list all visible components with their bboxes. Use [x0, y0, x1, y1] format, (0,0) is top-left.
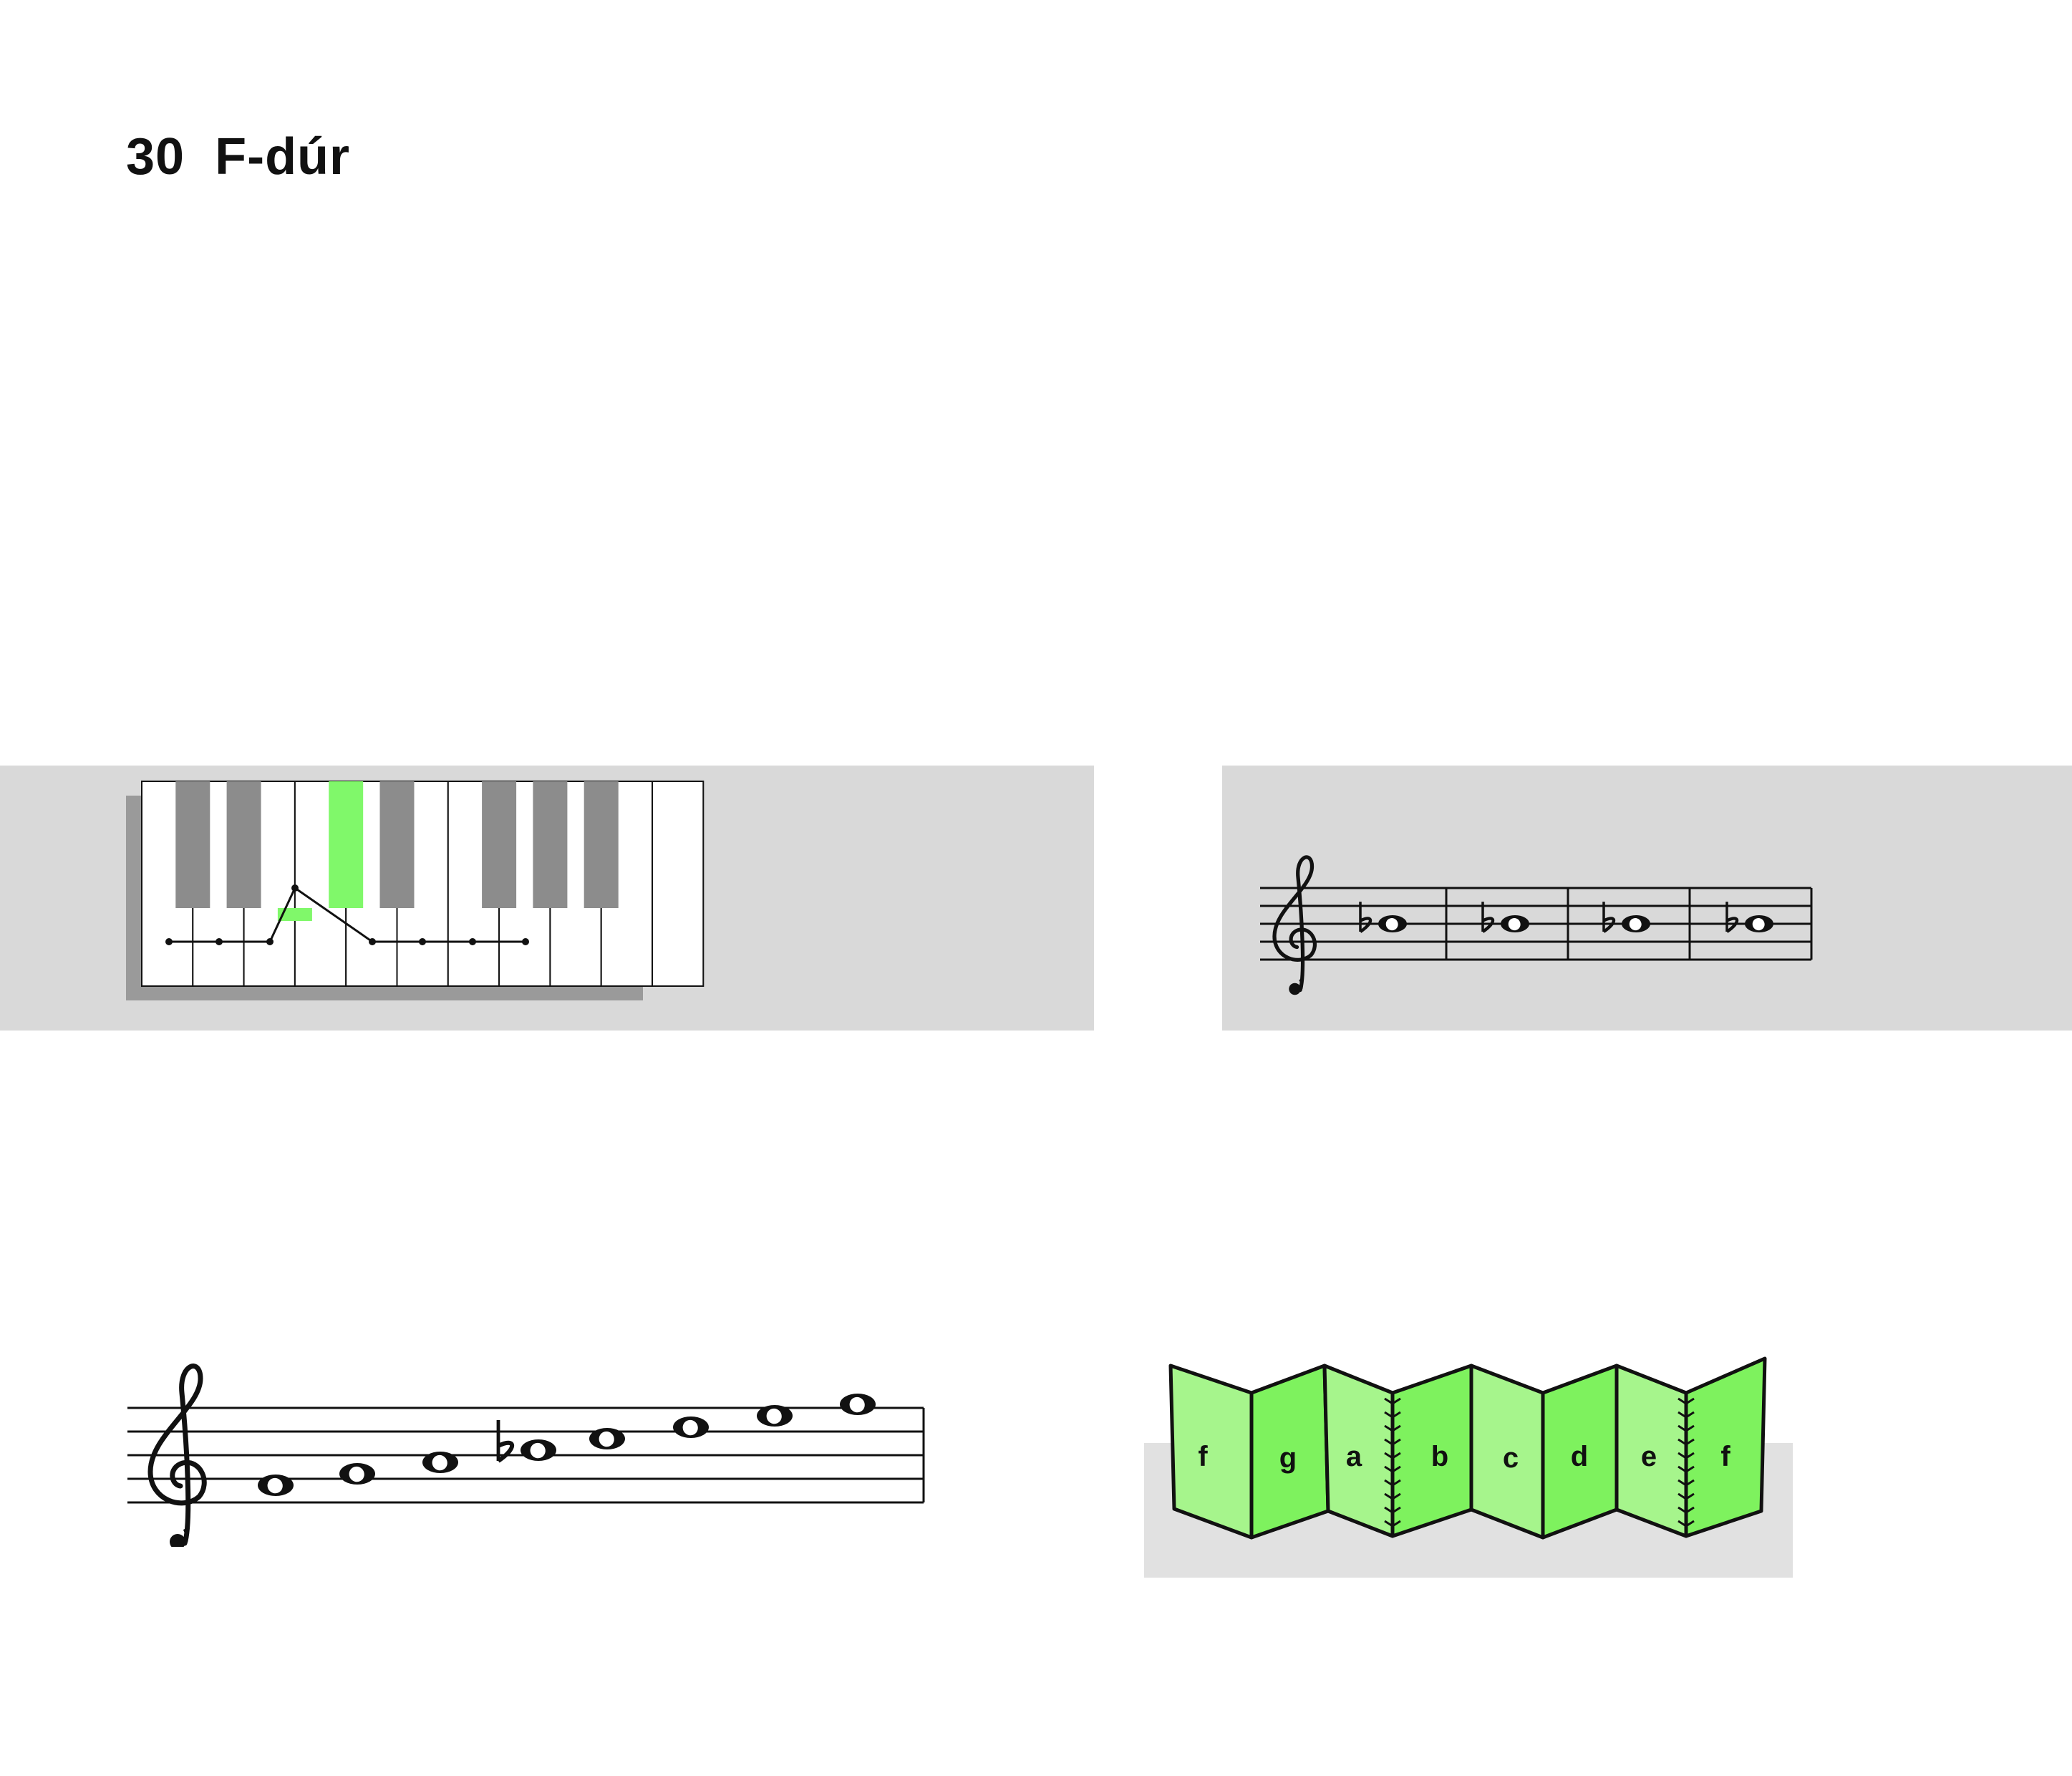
staff-lines: [1260, 887, 1811, 961]
leporello-folding-book: f g a b c d e f: [1168, 1356, 1767, 1540]
page-label: e: [1641, 1441, 1657, 1472]
whole-note: [589, 1428, 625, 1449]
whole-note: [258, 1475, 294, 1496]
step-dot: [369, 938, 376, 945]
page-label: g: [1279, 1442, 1297, 1474]
scale-staff: [127, 1364, 925, 1547]
treble-clef-icon: [1272, 855, 1317, 995]
whole-note: [339, 1463, 375, 1485]
whole-note: [1378, 915, 1407, 932]
black-key: [379, 781, 415, 908]
treble-clef-icon: [147, 1364, 207, 1547]
page-label: f: [1720, 1441, 1730, 1472]
measures-staff: [1260, 855, 1813, 995]
highlighted-black-key: [329, 781, 364, 908]
whole-note: [1745, 915, 1773, 932]
whole-note: [673, 1417, 709, 1438]
page-label: d: [1571, 1441, 1588, 1472]
page-label: a: [1346, 1441, 1362, 1472]
page-title-text: F-dúr: [215, 128, 351, 185]
step-dot: [469, 938, 476, 945]
step-dot: [266, 938, 273, 945]
black-key: [175, 781, 210, 908]
step-dot: [165, 938, 173, 945]
black-key: [482, 781, 517, 908]
whole-note: [757, 1405, 793, 1427]
page-number: 30: [126, 128, 185, 185]
white-keys: [141, 781, 705, 987]
black-key: [584, 781, 619, 908]
whole-note: [840, 1394, 876, 1415]
step-dot: [522, 938, 529, 945]
white-key: [652, 781, 705, 987]
black-key: [533, 781, 568, 908]
leporello-pages: [1168, 1356, 1767, 1540]
page-label: c: [1503, 1442, 1519, 1474]
whole-note: [422, 1452, 458, 1473]
piano-keyboard-diagram: [126, 781, 705, 1000]
step-dot: [216, 938, 223, 945]
black-key: [226, 781, 261, 908]
step-dot: [419, 938, 426, 945]
scale-notes: [258, 1394, 876, 1496]
whole-note: [1501, 915, 1529, 932]
page-title: 30 F-dúr: [126, 127, 350, 186]
whole-note: [1622, 915, 1650, 932]
page-label: b: [1431, 1441, 1448, 1472]
black-keys: [175, 781, 619, 921]
step-dot: [291, 884, 299, 892]
leporello-page: [1168, 1364, 1254, 1540]
page-label: f: [1198, 1441, 1208, 1472]
whole-note: [521, 1439, 556, 1461]
